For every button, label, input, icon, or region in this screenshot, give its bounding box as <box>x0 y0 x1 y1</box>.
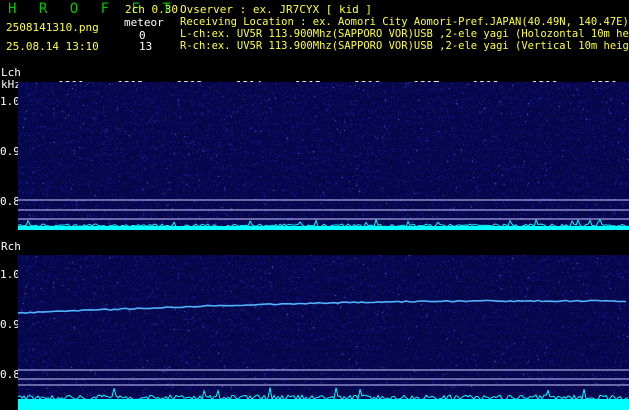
lch-overlay <box>18 199 629 230</box>
rch-label: Rch <box>1 240 21 253</box>
rch-level-base <box>18 399 629 410</box>
rch-level-trace <box>18 387 629 402</box>
meteor-label: meteor <box>124 16 164 29</box>
lch-level-base <box>18 226 629 230</box>
datetime-label: 25.08.14 13:10 <box>6 40 99 53</box>
rch-freq-0-9: 0.9 <box>0 318 20 331</box>
lch-info: L-ch:ex. UV5R 113.900Mhz(SAPPORO VOR)USB… <box>180 28 629 40</box>
rch-info: R-ch:ex. UV5R 113.900Mhz(SAPPORO VOR)USB… <box>180 40 629 52</box>
lch-freq-0-9: 0.9 <box>0 145 20 158</box>
lch-freq-1-0: 1.0 <box>0 95 20 108</box>
meteor-count-rch: 13 <box>139 40 153 53</box>
rch-overlay <box>18 299 629 410</box>
lch-level-trace <box>18 218 629 228</box>
observer-info: Ovserver : ex. JR7CYX [ kid ] <box>180 3 373 16</box>
rch-freq-0-8: 0.8 <box>0 368 20 381</box>
mode-label: 2ch 0.30 <box>125 3 178 16</box>
lch-freq-0-8: 0.8 <box>0 195 20 208</box>
location-info: Receiving Location : ex. Aomori City Aom… <box>180 16 629 28</box>
filename-label: 2508141310.png <box>6 21 99 34</box>
lch-label: Lch <box>1 66 21 79</box>
lch-spectrogram <box>18 82 629 230</box>
rch-spectrogram <box>18 255 629 410</box>
rch-freq-1-0: 1.0 <box>0 268 20 281</box>
carrier-trace <box>18 299 626 315</box>
